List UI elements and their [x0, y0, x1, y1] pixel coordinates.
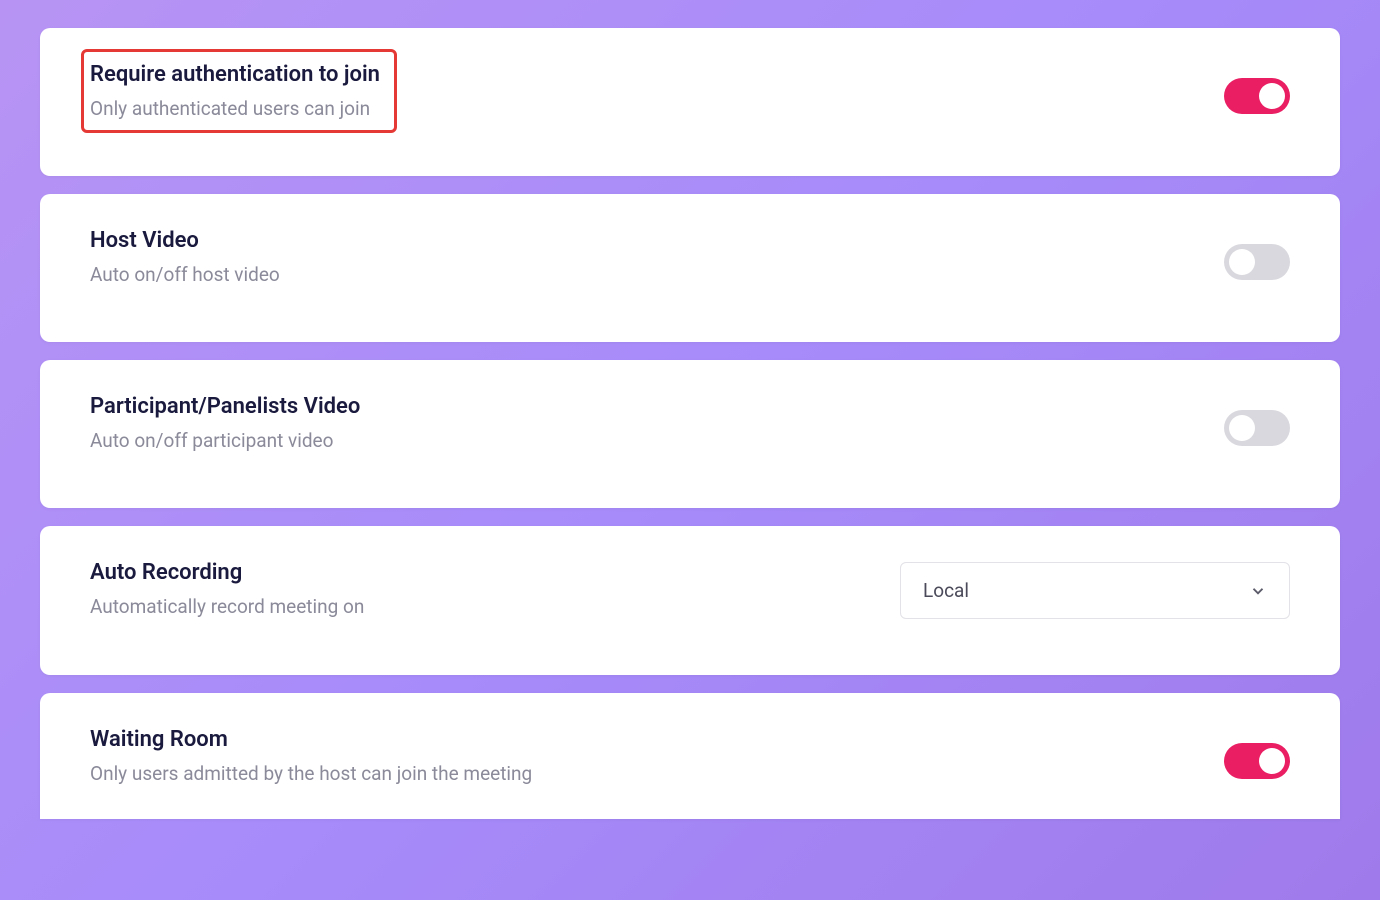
select-value: Local [923, 579, 969, 602]
setting-title: Require authentication to join [90, 62, 380, 87]
toggle-knob [1229, 249, 1255, 275]
setting-description: Only authenticated users can join [90, 97, 380, 120]
setting-text: Waiting Room Only users admitted by the … [90, 727, 532, 785]
setting-title: Participant/Panelists Video [90, 394, 360, 419]
toggle-knob [1259, 83, 1285, 109]
chevron-down-icon [1249, 582, 1267, 600]
setting-authentication: Require authentication to join Only auth… [40, 28, 1340, 176]
setting-description: Only users admitted by the host can join… [90, 762, 532, 785]
setting-title: Waiting Room [90, 727, 532, 752]
highlight-box: Require authentication to join Only auth… [81, 49, 397, 133]
setting-waiting-room: Waiting Room Only users admitted by the … [40, 693, 1340, 819]
setting-participant-video: Participant/Panelists Video Auto on/off … [40, 360, 1340, 508]
recording-select[interactable]: Local [900, 562, 1290, 619]
host-video-toggle[interactable] [1224, 244, 1290, 280]
toggle-knob [1259, 748, 1285, 774]
waiting-room-toggle[interactable] [1224, 743, 1290, 779]
participant-video-toggle[interactable] [1224, 410, 1290, 446]
recording-select-wrap: Local [900, 562, 1290, 619]
setting-text: Host Video Auto on/off host video [90, 228, 280, 286]
setting-text: Auto Recording Automatically record meet… [90, 560, 364, 618]
setting-text: Participant/Panelists Video Auto on/off … [90, 394, 360, 452]
setting-host-video: Host Video Auto on/off host video [40, 194, 1340, 342]
setting-title: Host Video [90, 228, 280, 253]
toggle-knob [1229, 415, 1255, 441]
setting-auto-recording: Auto Recording Automatically record meet… [40, 526, 1340, 675]
setting-description: Auto on/off host video [90, 263, 280, 286]
setting-title: Auto Recording [90, 560, 364, 585]
setting-description: Automatically record meeting on [90, 595, 364, 618]
setting-text: Require authentication to join Only auth… [90, 62, 380, 120]
setting-description: Auto on/off participant video [90, 429, 360, 452]
settings-list: Require authentication to join Only auth… [40, 28, 1340, 819]
authentication-toggle[interactable] [1224, 78, 1290, 114]
